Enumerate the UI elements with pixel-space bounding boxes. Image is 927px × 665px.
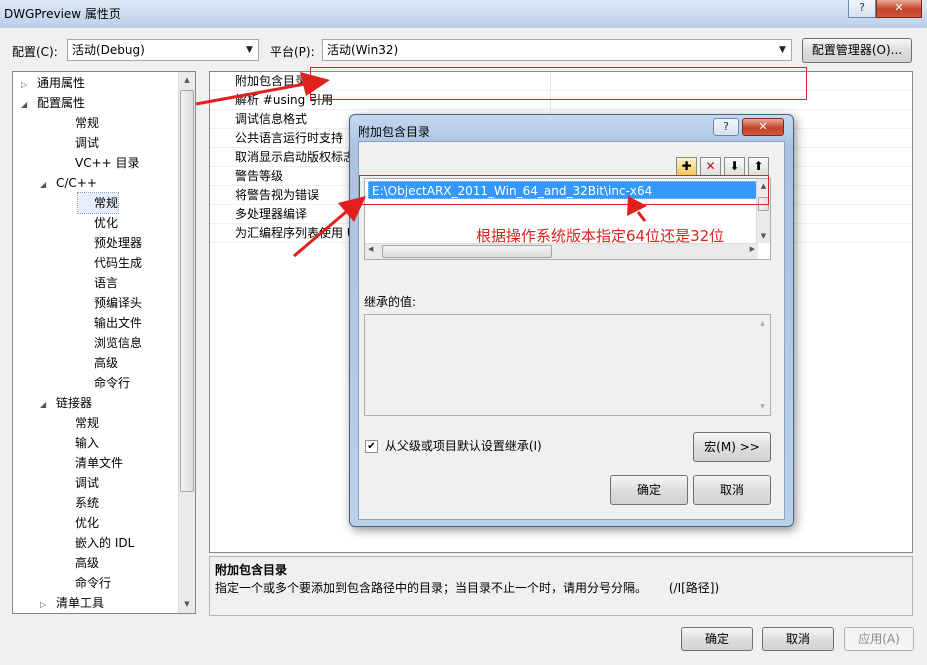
arrowhead-icon — [300, 72, 330, 96]
arrow-to-entry-icon — [293, 210, 347, 258]
arrowhead-icon — [338, 196, 366, 222]
arrow-to-property-icon — [195, 82, 306, 106]
annotation-arrows — [195, 72, 647, 258]
arrow-to-text-icon — [636, 211, 647, 222]
